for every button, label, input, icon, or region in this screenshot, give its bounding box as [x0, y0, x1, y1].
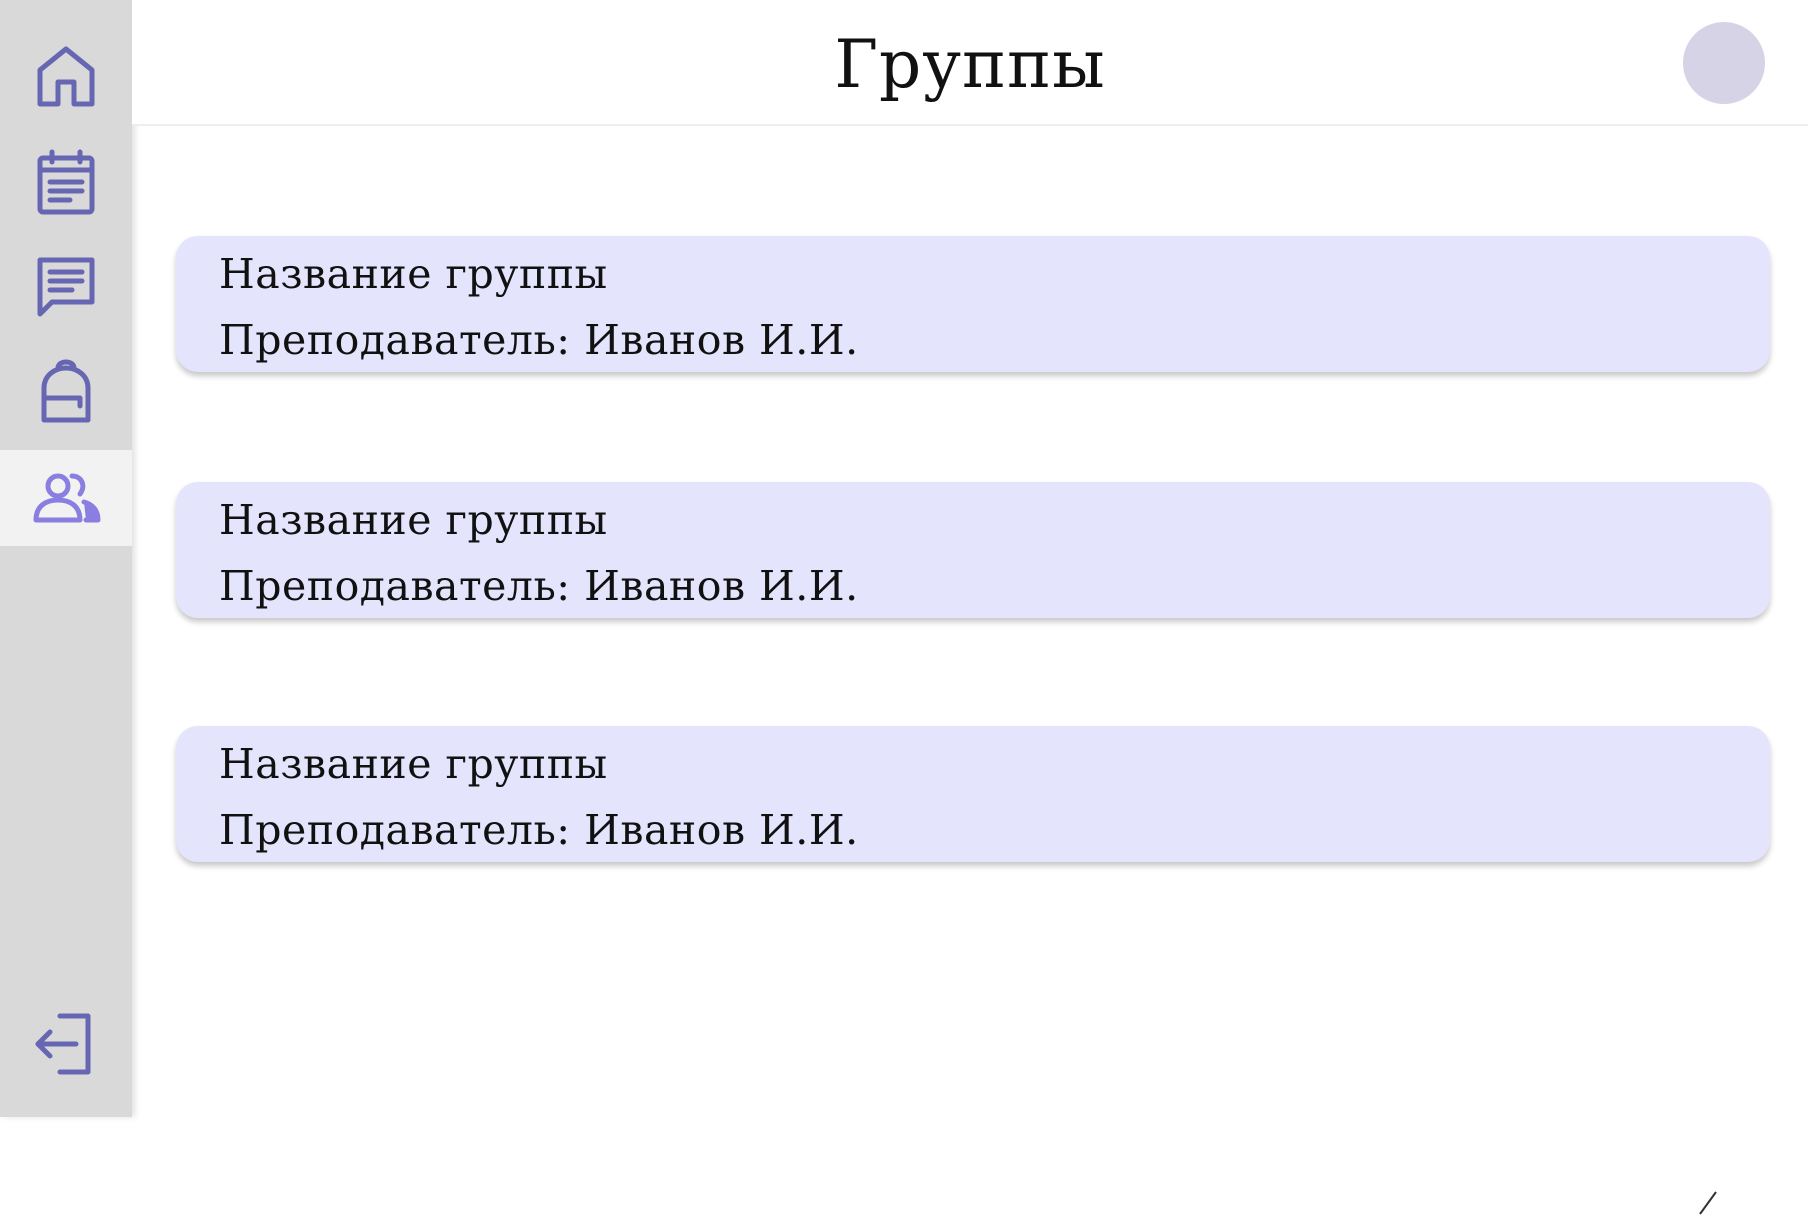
- avatar[interactable]: [1683, 22, 1765, 104]
- group-name: Название группы: [219, 496, 608, 544]
- logout-button[interactable]: [0, 994, 132, 1090]
- group-card[interactable]: Название группы Преподаватель: Иванов И.…: [176, 482, 1770, 618]
- backpack-icon: [41, 359, 91, 423]
- sidebar-item-home[interactable]: [0, 28, 132, 124]
- group-teacher: Преподаватель: Иванов И.И.: [219, 562, 859, 610]
- sidebar-item-messages[interactable]: [0, 238, 132, 334]
- group-card[interactable]: Название группы Преподаватель: Иванов И.…: [176, 236, 1770, 372]
- header: Группы: [132, 0, 1808, 126]
- group-name: Название группы: [219, 250, 608, 298]
- sidebar-item-schedule[interactable]: [0, 134, 132, 230]
- home-icon: [37, 46, 95, 107]
- group-teacher: Преподаватель: Иванов И.И.: [219, 806, 859, 854]
- group-card[interactable]: Название группы Преподаватель: Иванов И.…: [176, 726, 1770, 862]
- group-teacher: Преподаватель: Иванов И.И.: [219, 316, 859, 364]
- sidebar-item-groups[interactable]: [0, 450, 132, 546]
- calendar-icon: [37, 149, 95, 215]
- sidebar-item-assignments[interactable]: [0, 342, 132, 438]
- group-name: Название группы: [219, 740, 608, 788]
- sidebar: [0, 0, 132, 1117]
- groups-page: Группы Название группы Преподаватель: Ив…: [0, 0, 1808, 1216]
- users-icon: [33, 473, 101, 523]
- chat-icon: [37, 257, 95, 317]
- page-title: Группы: [834, 26, 1106, 103]
- logout-icon: [35, 1013, 91, 1075]
- resize-mark-icon: [1699, 1191, 1717, 1215]
